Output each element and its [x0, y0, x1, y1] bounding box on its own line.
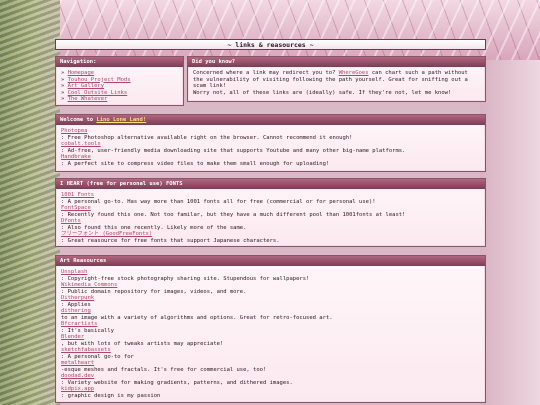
resource-entry: doodad.dev: Variety website for making g… [61, 373, 480, 386]
art-header: Art Reasources [56, 256, 485, 266]
nav-arrow-icon: » [61, 96, 68, 102]
resource-link[interactable]: フリーフォント (GoodFreeFonts) [61, 231, 152, 237]
fonts-list: 1001 Fonts: A personal go-to. Has way mo… [56, 189, 485, 247]
resource-entry: metalheart -esque meshes and fractals. It… [61, 360, 480, 373]
did-you-know-header: Did you know? [188, 57, 485, 67]
nav-link[interactable]: Homepage [68, 70, 95, 76]
nav-arrow-icon: » [61, 89, 68, 96]
resource-link[interactable]: sketchfabassets [61, 347, 111, 353]
resource-link[interactable]: kidpix.app [61, 386, 94, 392]
resource-entry: Unsplash: Copyright-free stock photograp… [61, 269, 480, 282]
wheregoes-link[interactable]: WhereGoes [339, 70, 369, 76]
resource-entry: dithering to an image with a variety of a… [61, 308, 480, 321]
resource-entry: 1001 Fonts: A personal go-to. Has way mo… [61, 192, 480, 205]
nav-item: » The Whatever [61, 96, 178, 103]
resource-entry: Bfcrartists: It's basically [61, 321, 480, 334]
resource-link[interactable]: dithering [61, 308, 91, 314]
nav-arrow-icon: » [61, 70, 68, 76]
background-right [480, 60, 540, 405]
resource-link[interactable]: Wikimedia Commons [61, 282, 117, 288]
art-panel: Art Reasources Unsplash: Copyright-free … [55, 255, 486, 403]
art-list: Unsplash: Copyright-free stock photograp… [56, 266, 485, 402]
resource-entry: Wikimedia Commons: Public domain reposit… [61, 282, 480, 295]
nav-link[interactable]: Touhou Project Mods [68, 77, 131, 83]
resource-link[interactable]: Handbrake [61, 154, 91, 160]
did-you-know-pre: Concerned where a link may redirect you … [193, 70, 339, 76]
navigation-list: » Homepage» Touhou Project Mods» Art Gal… [61, 70, 178, 103]
did-you-know-panel: Did you know? Concerned where a link may… [187, 56, 486, 102]
resource-entry: Dfonts: Also found this one recently. Li… [61, 218, 480, 231]
resource-link[interactable]: doodad.dev [61, 373, 94, 379]
nav-link[interactable]: Cool Outsite Links [68, 90, 128, 96]
resource-entry: FontSpace: Recently found this one. Not … [61, 205, 480, 218]
welcome-header-text: Welcome to [60, 117, 97, 123]
resource-description: : A perfect site to compress video files… [61, 160, 330, 167]
navigation-panel: Navigation: » Homepage» Touhou Project M… [55, 56, 184, 106]
nav-link[interactable]: Art Gallery [68, 83, 104, 89]
resource-entry: sketchfabassets: A personal go-to for [61, 347, 480, 360]
resource-entry: cobalt.tools: Ad-free, user-friendly med… [61, 141, 480, 154]
resource-entry: Blender, but with lots of tweaks artists… [61, 334, 480, 347]
nav-arrow-icon: » [61, 83, 68, 89]
nav-link[interactable]: The Whatever [68, 96, 108, 102]
resource-description: : graphic design is my passion [61, 392, 161, 399]
resource-link[interactable]: metalheart [61, 360, 94, 366]
resource-entry: Ditherpunk: Applies [61, 295, 480, 308]
nav-arrow-icon: » [61, 76, 68, 83]
resource-link[interactable]: cobalt.tools [61, 141, 101, 147]
welcome-header-link[interactable]: Lino Lone Land! [96, 117, 146, 123]
resource-link[interactable]: Dfonts [61, 218, 81, 224]
fonts-header: I HEART (free for personal use) FONTS [56, 179, 485, 189]
resource-entry: kidpix.app: graphic design is my passion [61, 386, 480, 399]
resource-description: : Great reasource for free fonts that su… [61, 237, 280, 244]
fonts-panel: I HEART (free for personal use) FONTS 10… [55, 178, 486, 247]
welcome-panel: Welcome to Lino Lone Land! Photopea: Fre… [55, 114, 486, 172]
resource-link[interactable]: Unsplash [61, 269, 88, 275]
resource-link[interactable]: Photopea [61, 128, 88, 134]
navigation-header: Navigation: [56, 57, 183, 67]
welcome-header: Welcome to Lino Lone Land! [56, 115, 485, 125]
background-architecture [60, 0, 540, 60]
did-you-know-note: Worry not, all of these links are (ideal… [193, 89, 452, 96]
resource-entry: Handbrake: A perfect site to compress vi… [61, 154, 480, 167]
page-title: ~ links & reasources ~ [55, 39, 486, 50]
resource-entry: Photopea: Free Photoshop alternative ava… [61, 128, 480, 141]
resource-entry: フリーフォント (GoodFreeFonts): Great reasource… [61, 231, 480, 244]
resource-link[interactable]: FontSpace [61, 205, 91, 211]
resource-link[interactable]: Ditherpunk [61, 295, 94, 301]
resource-link[interactable]: 1001 Fonts [61, 192, 94, 198]
resource-link[interactable]: Bfcrartists [61, 321, 97, 327]
resource-link[interactable]: Blender [61, 334, 84, 340]
welcome-list: Photopea: Free Photoshop alternative ava… [56, 125, 485, 170]
